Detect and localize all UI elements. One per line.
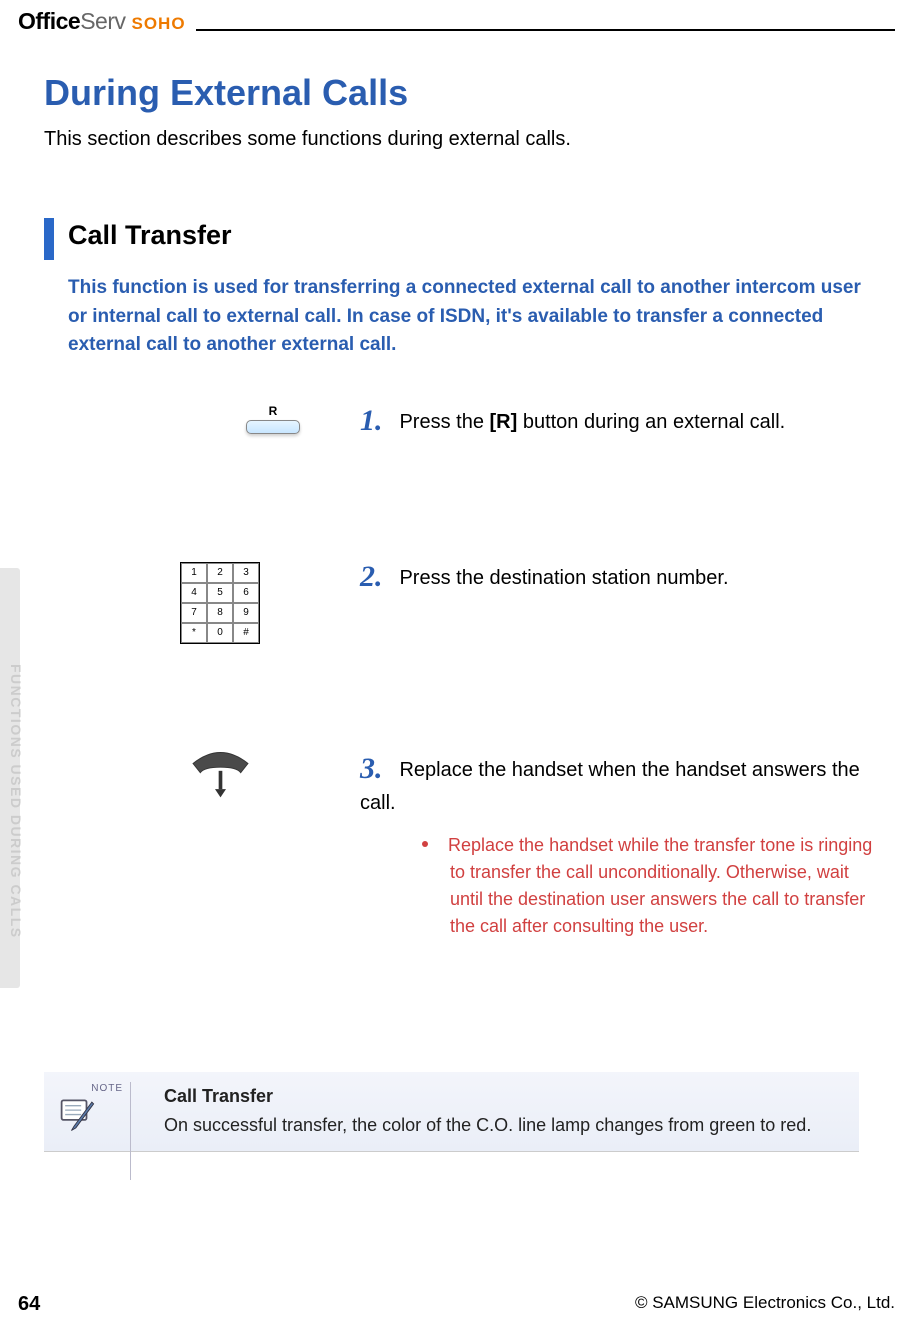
footer: 64 © SAMSUNG Electronics Co., Ltd.: [18, 1293, 895, 1316]
note-box: NOTE Call Transfer On successful transfe…: [44, 1072, 859, 1152]
keypad-key: #: [233, 623, 259, 643]
keypad-key: 9: [233, 603, 259, 623]
handset-icon: [183, 747, 258, 802]
document-header: OfficeServ SOHO: [18, 5, 895, 35]
step-1-bold: [R]: [490, 411, 518, 433]
step-1-prefix: Press the: [399, 411, 489, 433]
bullet-dot-icon: [422, 841, 428, 847]
keypad-icon: 1 2 3 4 5 6 7 8 9 * 0 #: [180, 562, 260, 644]
note-title: Call Transfer: [134, 1084, 843, 1107]
page-title: During External Calls: [44, 72, 408, 114]
keypad-key: 7: [181, 603, 207, 623]
keypad-key: 4: [181, 583, 207, 603]
section-title: Call Transfer: [68, 220, 232, 251]
logo-soho: SOHO: [131, 14, 185, 33]
keypad-key: *: [181, 623, 207, 643]
step-1-number: 1.: [360, 404, 395, 438]
keypad-key: 5: [207, 583, 233, 603]
step-2-text: 2. Press the destination station number.: [360, 560, 883, 594]
step-3-icon-area: [150, 747, 290, 802]
page-number: 64: [18, 1293, 40, 1316]
logo-serv: Serv: [80, 8, 125, 34]
step-3-text: 3. Replace the handset when the handset …: [360, 752, 883, 820]
section-description: This function is used for transferring a…: [68, 274, 873, 360]
keypad-key: 8: [207, 603, 233, 623]
header-divider: [196, 29, 895, 31]
step-2-number: 2.: [360, 560, 395, 594]
r-button-label: R: [246, 404, 300, 418]
logo-office: Office: [18, 8, 80, 34]
r-button-icon: R: [246, 404, 300, 434]
keypad-key: 1: [181, 563, 207, 583]
note-icon-group: NOTE: [56, 1084, 128, 1140]
step-1-suffix: button during an external call.: [517, 411, 785, 433]
keypad-key: 2: [207, 563, 233, 583]
copyright: © SAMSUNG Electronics Co., Ltd.: [635, 1293, 895, 1316]
intro-text: This section describes some functions du…: [44, 128, 571, 151]
keypad-key: 6: [233, 583, 259, 603]
note-body: On successful transfer, the color of the…: [134, 1115, 843, 1136]
logo: OfficeServ SOHO: [18, 8, 186, 35]
step-3-bullet-text: Replace the handset while the transfer t…: [448, 835, 872, 936]
step-1-text: 1. Press the [R] button during an extern…: [360, 404, 883, 438]
step-3-bullet: Replace the handset while the transfer t…: [400, 832, 883, 940]
side-tab-text: FUNCTIONS USED DURING CALLS: [0, 664, 24, 984]
step-3-content: Replace the handset when the handset ans…: [360, 759, 860, 814]
keypad-key: 3: [233, 563, 259, 583]
step-3-number: 3.: [360, 752, 395, 786]
r-button-shape: [246, 420, 300, 434]
note-label: NOTE: [91, 1083, 123, 1094]
note-divider: [130, 1082, 131, 1180]
section-indicator-bar: [44, 218, 54, 260]
step-1-icon-area: R: [150, 404, 290, 434]
step-2-content: Press the destination station number.: [399, 567, 728, 589]
keypad-key: 0: [207, 623, 233, 643]
note-pen-icon: [56, 1095, 101, 1135]
step-2-icon-area: 1 2 3 4 5 6 7 8 9 * 0 #: [150, 562, 290, 644]
